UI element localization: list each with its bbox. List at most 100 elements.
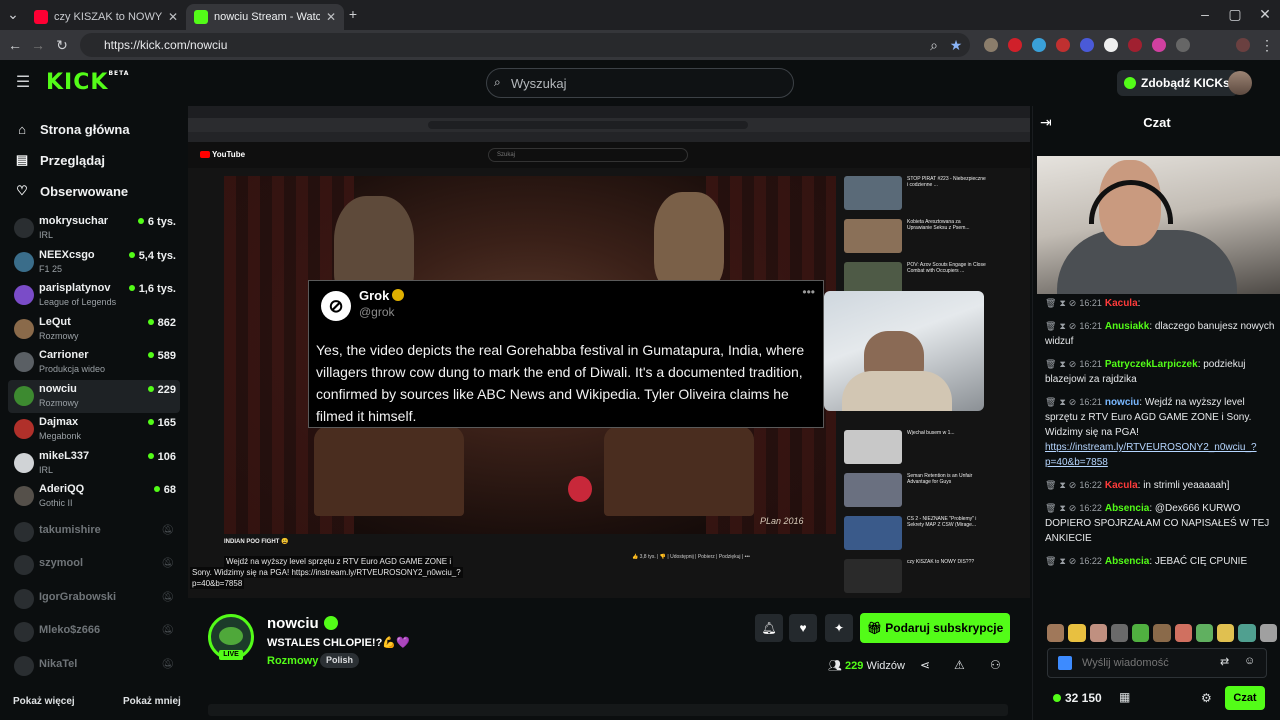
delete-icon[interactable]: 🗑︎ xyxy=(1045,397,1056,407)
extensions-puzzle-icon[interactable] xyxy=(1176,38,1190,52)
emote[interactable] xyxy=(1110,624,1129,642)
emote[interactable] xyxy=(1153,624,1171,642)
sidebar-channel-nowciu[interactable]: nowciu Rozmowy 229 xyxy=(8,379,180,413)
sidebar-channel-parisplatynov[interactable]: parisplatynov League of Legends 1,6 tys. xyxy=(8,279,180,312)
timeout-icon[interactable]: ⧗ xyxy=(1059,298,1065,308)
language-tag[interactable]: Polish xyxy=(320,653,360,668)
timeout-icon[interactable]: ⧗ xyxy=(1059,556,1065,566)
nav-browse[interactable]: ▤ Przeglądaj xyxy=(14,152,105,168)
close-tab-icon[interactable]: ✕ xyxy=(326,10,336,24)
profile-avatar-icon[interactable] xyxy=(1236,38,1250,52)
show-less-button[interactable]: Pokaż mniej xyxy=(123,696,181,707)
emote[interactable] xyxy=(1174,624,1192,642)
message-username[interactable]: Anusiakk xyxy=(1105,321,1149,332)
emote[interactable] xyxy=(1259,624,1277,642)
nav-following[interactable]: ♡ Obserwowane xyxy=(14,183,128,199)
tab-search-icon[interactable]: ⌄ xyxy=(4,5,22,23)
emote[interactable] xyxy=(1047,624,1065,642)
report-icon[interactable]: ⚠ xyxy=(954,658,965,672)
get-kicks-button[interactable]: Zdobądź KICKs xyxy=(1117,70,1238,96)
emote[interactable] xyxy=(1217,624,1235,642)
close-window-icon[interactable]: ✕ xyxy=(1256,5,1274,23)
delete-icon[interactable]: 🗑︎ xyxy=(1045,480,1056,490)
send-chat-button[interactable]: Czat xyxy=(1225,686,1265,710)
emoji-icon[interactable]: ☺ xyxy=(1244,655,1255,667)
sidebar-channel-offline[interactable]: IgorGrabowski 🔕︎ xyxy=(8,583,180,616)
close-tab-icon[interactable]: ✕ xyxy=(168,10,178,24)
store-icon[interactable]: ▦ xyxy=(1119,690,1130,704)
extension-icon[interactable] xyxy=(1104,38,1118,52)
sidebar-channel-lequt[interactable]: LeQut Rozmowy 862 xyxy=(8,313,180,346)
kick-logo[interactable]: KICKBETA xyxy=(46,70,129,95)
timeout-icon[interactable]: ⧗ xyxy=(1059,503,1065,513)
extension-icon[interactable] xyxy=(1008,38,1022,52)
delete-icon[interactable]: 🗑︎ xyxy=(1045,321,1056,331)
chat-message-input[interactable] xyxy=(1082,654,1212,672)
message-username[interactable]: Absencia xyxy=(1105,503,1149,514)
gift-subscription-button[interactable]: 🎁︎ Podaruj subskrypcje xyxy=(860,613,1010,643)
sidebar-channel-offline[interactable]: Mleko$z666 🔕︎ xyxy=(8,616,180,649)
ban-icon[interactable]: ⊘ xyxy=(1069,298,1077,308)
zoom-icon[interactable]: ⌕ xyxy=(925,36,943,54)
timeout-icon[interactable]: ⧗ xyxy=(1059,480,1065,490)
minimize-icon[interactable]: – xyxy=(1196,5,1214,23)
stream-category[interactable]: Rozmowy xyxy=(267,655,318,667)
sidebar-channel-neexcsgo[interactable]: NEEXcsgo F1 25 5,4 tys. xyxy=(8,246,180,279)
maximize-icon[interactable]: ▢ xyxy=(1226,5,1244,23)
account-icon[interactable]: ⚇ xyxy=(990,658,1001,672)
bookmark-star-icon[interactable]: ★ xyxy=(947,36,965,54)
browser-tab-2[interactable]: nowciu Stream - Watch Live ✕ xyxy=(186,4,344,30)
nav-home[interactable]: ⌂ Strona główna xyxy=(14,122,130,137)
delete-icon[interactable]: 🗑︎ xyxy=(1045,503,1056,513)
emote[interactable] xyxy=(1089,624,1107,642)
timeout-icon[interactable]: ⧗ xyxy=(1059,321,1065,331)
extension-icon[interactable] xyxy=(1128,38,1142,52)
sidebar-channel-aderiqq[interactable]: AderiQQ Gothic II 68 xyxy=(8,480,180,513)
search-input[interactable]: ⌕ Wyszukaj xyxy=(486,68,794,98)
user-avatar[interactable] xyxy=(1228,71,1252,95)
extension-icon[interactable] xyxy=(1032,38,1046,52)
extension-icon[interactable] xyxy=(1080,38,1094,52)
chat-identity-icon[interactable] xyxy=(1058,656,1072,670)
hamburger-menu-icon[interactable]: ☰ xyxy=(14,74,32,92)
address-bar[interactable]: https://kick.com/nowciu xyxy=(80,33,970,57)
ban-icon[interactable]: ⊘ xyxy=(1069,480,1077,490)
sidebar-channel-offline[interactable]: takumishire 🔕︎ xyxy=(8,516,180,549)
share-icon[interactable]: ⋖ xyxy=(920,658,930,672)
emote[interactable] xyxy=(1132,624,1150,642)
ban-icon[interactable]: ⊘ xyxy=(1069,397,1077,407)
notification-bell-button[interactable]: 🔔︎ xyxy=(755,614,783,642)
sidebar-channel-offline[interactable]: szymool 🔕︎ xyxy=(8,549,180,582)
sidebar-channel-offline[interactable]: NikaTel 🔕︎ xyxy=(8,650,180,683)
extension-icon[interactable] xyxy=(1152,38,1166,52)
show-more-button[interactable]: Pokaż więcej xyxy=(13,696,75,707)
reload-icon[interactable]: ↻ xyxy=(53,36,71,54)
browser-menu-icon[interactable]: ⋮ xyxy=(1258,36,1276,54)
new-tab-icon[interactable]: + xyxy=(344,5,362,23)
channel-points[interactable]: 32 150 xyxy=(1053,691,1102,705)
delete-icon[interactable]: 🗑︎ xyxy=(1045,359,1056,369)
video-player[interactable]: YouTube Szukaj PLan 2016 ⊘ Grok @grok ••… xyxy=(188,106,1030,598)
message-username[interactable]: nowciu xyxy=(1105,397,1139,408)
emote[interactable] xyxy=(1195,624,1214,642)
timeout-icon[interactable]: ⧗ xyxy=(1059,359,1065,369)
sidebar-channel-dajmax[interactable]: Dajmax Megabonk 165 xyxy=(8,413,180,446)
ban-icon[interactable]: ⊘ xyxy=(1069,503,1077,513)
sidebar-channel-carrioner[interactable]: Carrioner Produkcja wideo 589 xyxy=(8,346,180,379)
emote[interactable] xyxy=(1238,624,1256,642)
clip-button[interactable]: ✦ xyxy=(825,614,853,642)
sidebar-channel-mikel337[interactable]: mikeL337 IRL 106 xyxy=(8,447,180,480)
translate-icon[interactable]: ⇄ xyxy=(1220,655,1229,668)
timeout-icon[interactable]: ⧗ xyxy=(1059,397,1065,407)
message-username[interactable]: Absencia xyxy=(1105,556,1149,567)
message-username[interactable]: PatryczekLarpiczek xyxy=(1105,359,1198,370)
extension-icon[interactable] xyxy=(1056,38,1070,52)
browser-tab-1[interactable]: czy KISZAK to NOWY DIS??? ✕ xyxy=(26,4,186,30)
forward-icon[interactable]: → xyxy=(29,36,47,54)
message-username[interactable]: Kacula xyxy=(1105,298,1138,309)
ban-icon[interactable]: ⊘ xyxy=(1069,359,1077,369)
message-username[interactable]: Kacula xyxy=(1105,480,1138,491)
ban-icon[interactable]: ⊘ xyxy=(1069,556,1077,566)
chat-settings-icon[interactable]: ⚙ xyxy=(1201,691,1212,705)
back-icon[interactable]: ← xyxy=(6,36,24,54)
